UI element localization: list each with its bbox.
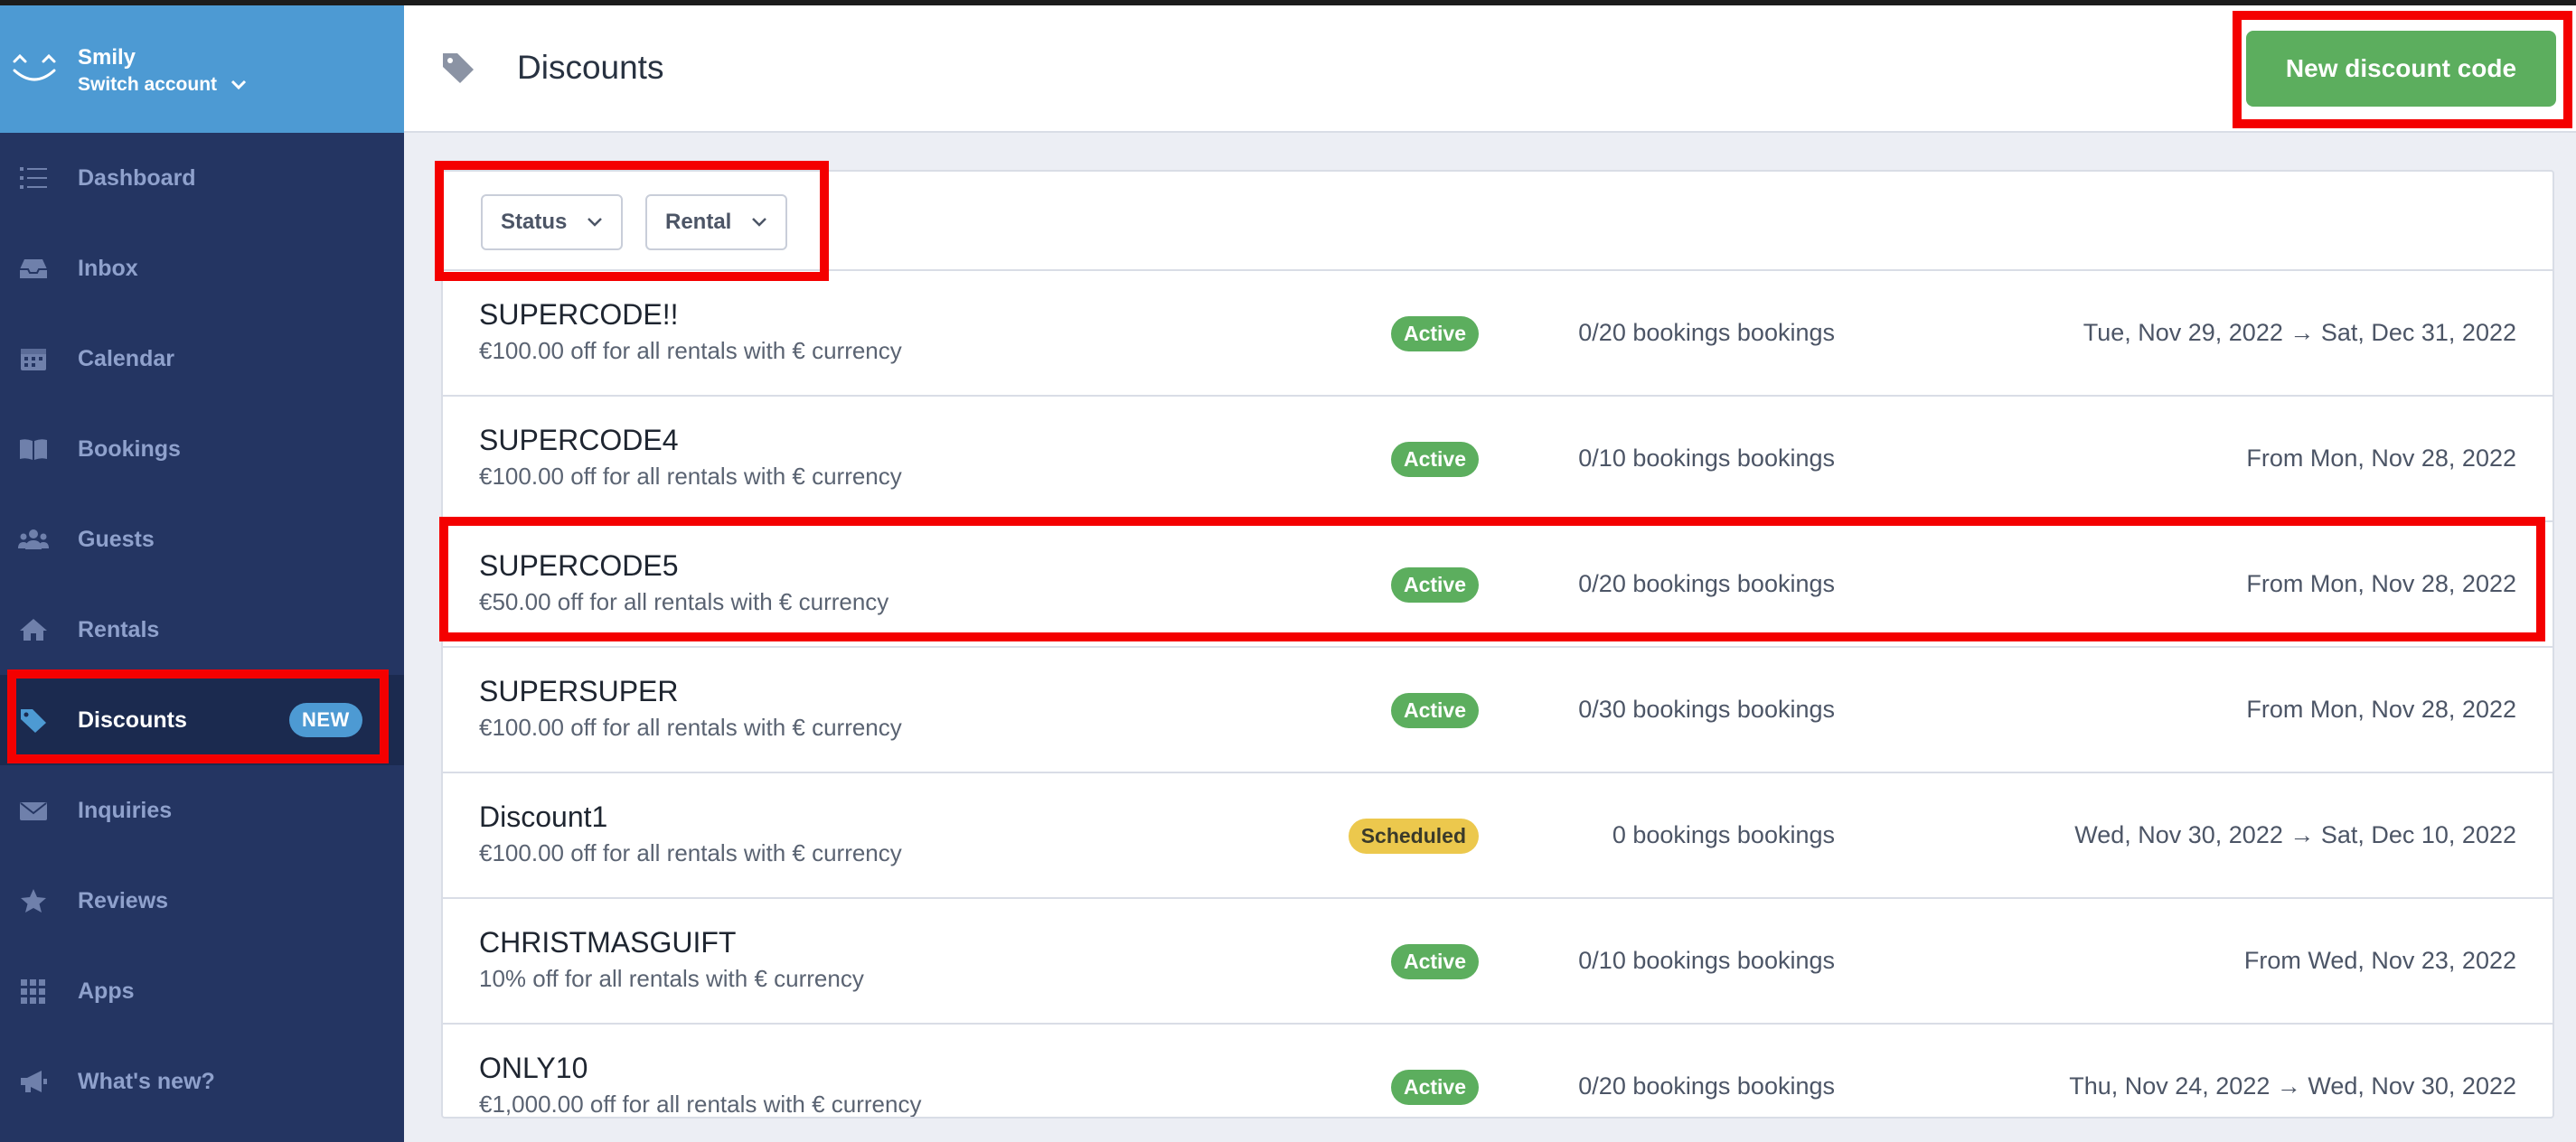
sidebar-item-dashboard[interactable]: Dashboard	[0, 133, 404, 223]
account-switcher[interactable]: Smily Switch account	[0, 5, 404, 133]
sidebar-item-calendar[interactable]: Calendar	[0, 314, 404, 404]
sidebar-item-label: What's new?	[78, 1068, 215, 1094]
sidebar-item-label: Inbox	[78, 255, 138, 281]
bookings-count: 0/20 bookings bookings	[1578, 319, 1835, 346]
discount-description: €50.00 off for all rentals with € curren…	[479, 588, 889, 615]
discount-row[interactable]: SUPERCODE5 €50.00 off for all rentals wi…	[443, 522, 2552, 648]
discount-code: SUPERCODE5	[479, 549, 679, 582]
date-range: Thu, Nov 24, 2022 → Wed, Nov 30, 2022	[2069, 1072, 2516, 1100]
megaphone-icon	[16, 1066, 51, 1097]
tag-icon	[443, 53, 474, 83]
sidebar-item-label: Inquiries	[78, 797, 173, 823]
bookings-count: 0/10 bookings bookings	[1578, 445, 1835, 472]
discount-row[interactable]: ONLY10 €1,000.00 off for all rentals wit…	[443, 1025, 2552, 1118]
bookings-count: 0/10 bookings bookings	[1578, 947, 1835, 974]
grid-icon	[16, 976, 51, 1006]
discount-description: €100.00 off for all rentals with € curre…	[479, 839, 902, 866]
new-discount-code-button[interactable]: New discount code	[2246, 31, 2556, 107]
sidebar-item-reviews[interactable]: Reviews	[0, 856, 404, 946]
discount-code: Discount1	[479, 800, 608, 833]
account-name: Smily	[78, 45, 136, 70]
users-icon	[16, 524, 51, 555]
switch-account-link[interactable]: Switch account	[78, 74, 248, 96]
sidebar-item-inbox[interactable]: Inbox	[0, 223, 404, 314]
chevron-down-icon	[230, 80, 247, 90]
sidebar-item-rentals[interactable]: Rentals	[0, 585, 404, 675]
discount-description: €100.00 off for all rentals with € curre…	[479, 337, 902, 364]
calendar-icon	[16, 343, 51, 374]
sidebar-item-label: Calendar	[78, 345, 174, 371]
sidebar-item-guests[interactable]: Guests	[0, 494, 404, 585]
filters-bar: Status Rental	[443, 172, 2552, 271]
sidebar: Smily Switch account Dashboard Inbox Cal…	[0, 5, 404, 1142]
star-icon	[16, 885, 51, 916]
status-badge: Active	[1390, 567, 1479, 603]
discount-row[interactable]: SUPERCODE!! €100.00 off for all rentals …	[443, 271, 2552, 397]
inbox-icon	[16, 253, 51, 284]
discount-code: CHRISTMASGUIFT	[479, 926, 737, 959]
bookings-count: 0/20 bookings bookings	[1578, 1072, 1835, 1100]
status-filter-label: Status	[501, 210, 568, 234]
discount-description: €1,000.00 off for all rentals with € cur…	[479, 1091, 922, 1118]
discount-row[interactable]: SUPERCODE4 €100.00 off for all rentals w…	[443, 397, 2552, 522]
home-icon	[16, 614, 51, 645]
status-badge: Active	[1390, 316, 1479, 351]
list-icon	[16, 163, 51, 193]
sidebar-nav: Dashboard Inbox Calendar Bookings Guests…	[0, 133, 404, 1127]
discount-description: 10% off for all rentals with € currency	[479, 965, 864, 992]
sidebar-item-label: Rentals	[78, 616, 160, 642]
discount-code: SUPERCODE4	[479, 424, 679, 456]
sidebar-item-label: Apps	[78, 978, 135, 1004]
sidebar-item-inquiries[interactable]: Inquiries	[0, 765, 404, 856]
status-badge: Active	[1390, 944, 1479, 979]
date-range: From Mon, Nov 28, 2022	[2246, 445, 2516, 472]
new-badge: NEW	[289, 703, 362, 737]
switch-account-label: Switch account	[78, 74, 218, 95]
sidebar-item-bookings[interactable]: Bookings	[0, 404, 404, 494]
sidebar-item-label: Reviews	[78, 887, 169, 913]
discount-code: SUPERSUPER	[479, 675, 679, 707]
smily-logo-icon	[13, 53, 56, 81]
chevron-down-icon	[588, 218, 603, 227]
page-header: Discounts New discount code	[404, 5, 2576, 133]
sidebar-item-label: Dashboard	[78, 164, 196, 191]
discount-row[interactable]: Discount1 €100.00 off for all rentals wi…	[443, 773, 2552, 899]
date-range: From Mon, Nov 28, 2022	[2246, 696, 2516, 723]
rental-filter-dropdown[interactable]: Rental	[645, 194, 788, 250]
book-icon	[16, 434, 51, 464]
sidebar-item-label: Guests	[78, 526, 155, 552]
discount-description: €100.00 off for all rentals with € curre…	[479, 463, 902, 490]
bookings-count: 0/20 bookings bookings	[1578, 570, 1835, 597]
envelope-icon	[16, 795, 51, 826]
sidebar-item-label: Discounts	[78, 707, 187, 733]
status-badge: Active	[1390, 1070, 1479, 1105]
status-badge: Scheduled	[1348, 819, 1479, 854]
sidebar-item-whats-new[interactable]: What's new?	[0, 1036, 404, 1127]
date-range: From Mon, Nov 28, 2022	[2246, 570, 2516, 597]
status-badge: Active	[1390, 693, 1479, 728]
date-range: Tue, Nov 29, 2022 → Sat, Dec 31, 2022	[2082, 319, 2516, 346]
discount-description: €100.00 off for all rentals with € curre…	[479, 714, 902, 741]
status-badge: Active	[1390, 442, 1479, 477]
discounts-list: Status Rental SUPERCODE!! €100.00 off fo…	[441, 170, 2554, 1119]
page-title: Discounts	[517, 49, 664, 86]
tag-icon	[16, 705, 51, 735]
rental-filter-label: Rental	[665, 210, 732, 234]
chevron-down-icon	[752, 218, 767, 227]
sidebar-item-apps[interactable]: Apps	[0, 946, 404, 1036]
bookings-count: 0/30 bookings bookings	[1578, 696, 1835, 723]
sidebar-item-label: Bookings	[78, 435, 181, 462]
date-range: Wed, Nov 30, 2022 → Sat, Dec 10, 2022	[2074, 821, 2516, 848]
discount-row[interactable]: SUPERSUPER €100.00 off for all rentals w…	[443, 648, 2552, 773]
sidebar-item-discounts[interactable]: Discounts NEW	[0, 675, 404, 765]
discount-row[interactable]: CHRISTMASGUIFT 10% off for all rentals w…	[443, 899, 2552, 1025]
date-range: From Wed, Nov 23, 2022	[2243, 947, 2516, 974]
status-filter-dropdown[interactable]: Status	[481, 194, 624, 250]
bookings-count: 0 bookings bookings	[1612, 821, 1835, 848]
discount-code: SUPERCODE!!	[479, 298, 679, 331]
discount-code: ONLY10	[479, 1052, 588, 1084]
